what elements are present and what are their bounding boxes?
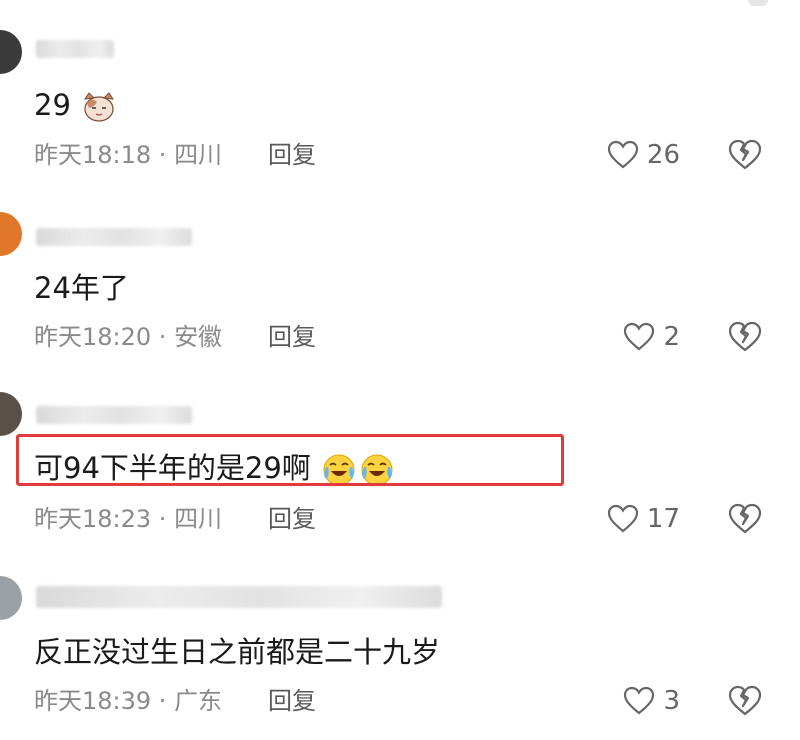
broken-heart-icon[interactable] bbox=[727, 138, 763, 172]
comment-text: 反正没过生日之前都是二十九岁 bbox=[34, 635, 441, 669]
like-button[interactable]: 3 bbox=[623, 684, 680, 718]
username-blurred[interactable] bbox=[36, 586, 442, 608]
comment-meta: 昨天18:20 · 安徽 bbox=[34, 323, 223, 351]
heart-icon bbox=[624, 686, 655, 715]
username-blurred[interactable] bbox=[36, 406, 192, 424]
comment-item: 29 昨天18:18 · 四川 回复 26 bbox=[0, 0, 800, 180]
username-blurred[interactable] bbox=[36, 40, 114, 58]
avatar[interactable] bbox=[0, 212, 22, 256]
comment-text: 29 bbox=[34, 87, 116, 123]
broken-heart-icon[interactable] bbox=[727, 502, 763, 536]
like-count: 3 bbox=[663, 686, 680, 716]
comment-meta: 昨天18:18 · 四川 bbox=[34, 141, 223, 169]
reply-button[interactable]: 回复 bbox=[268, 322, 316, 352]
avatar[interactable] bbox=[0, 392, 22, 436]
like-count: 2 bbox=[663, 322, 680, 352]
heart-icon bbox=[607, 504, 639, 533]
avatar[interactable] bbox=[0, 30, 22, 74]
heart-icon bbox=[607, 140, 639, 169]
comment-text: 24年了 bbox=[34, 271, 129, 305]
broken-heart-icon[interactable] bbox=[727, 684, 763, 718]
like-button[interactable]: 17 bbox=[607, 502, 680, 536]
highlight-box bbox=[16, 434, 564, 486]
avatar[interactable] bbox=[0, 576, 22, 620]
like-button[interactable]: 2 bbox=[623, 320, 680, 354]
reply-button[interactable]: 回复 bbox=[268, 686, 316, 716]
broken-heart-icon[interactable] bbox=[727, 320, 763, 354]
reply-button[interactable]: 回复 bbox=[268, 504, 316, 534]
cat-face-emoji-icon bbox=[84, 92, 115, 122]
username-blurred[interactable] bbox=[36, 228, 192, 246]
comment-meta: 昨天18:39 · 广东 bbox=[34, 687, 223, 715]
comment-item: 反正没过生日之前都是二十九岁 昨天18:39 · 广东 回复 3 bbox=[0, 546, 800, 726]
like-count: 26 bbox=[646, 140, 680, 170]
like-button[interactable]: 26 bbox=[607, 138, 680, 172]
heart-icon bbox=[624, 322, 655, 351]
like-count: 17 bbox=[646, 504, 680, 534]
comment-item: 24年了 昨天18:20 · 安徽 回复 2 bbox=[0, 182, 800, 362]
reply-button[interactable]: 回复 bbox=[268, 140, 316, 170]
comment-meta: 昨天18:23 · 四川 bbox=[34, 505, 223, 533]
